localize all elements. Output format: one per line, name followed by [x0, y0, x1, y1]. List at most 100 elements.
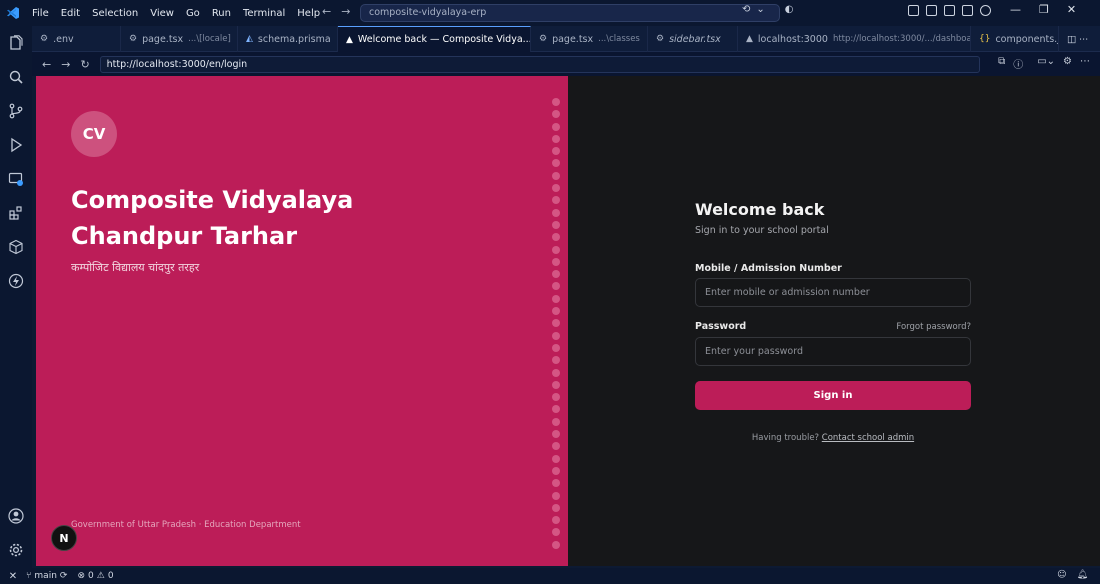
- problems-indicator[interactable]: ⊗ 0 ⚠ 0: [77, 571, 113, 581]
- more-actions-icon[interactable]: ⋯: [1080, 56, 1090, 71]
- command-center-search[interactable]: composite-vidyalaya-erp: [360, 4, 780, 22]
- password-label: Password: [695, 321, 747, 332]
- menu-edit[interactable]: Edit: [55, 8, 86, 19]
- minimize-icon[interactable]: —: [1010, 3, 1021, 16]
- git-branch-icon: ⑂: [26, 571, 32, 581]
- close-window-icon[interactable]: ✕: [1067, 3, 1076, 16]
- perforation-dot: [552, 159, 560, 168]
- package-icon[interactable]: [7, 238, 25, 256]
- customize-layout-icon[interactable]: [908, 5, 919, 16]
- accounts-shield-icon[interactable]: ◐: [785, 4, 794, 15]
- error-icon: ⊗: [77, 571, 85, 581]
- extensions-icon[interactable]: [7, 204, 25, 222]
- layout-controls: [908, 5, 991, 16]
- perforation-dot: [552, 220, 560, 229]
- tab-components[interactable]: {} components.js: [971, 26, 1059, 52]
- tab-localhost-dashboard[interactable]: ▲ localhost:3000 http://localhost:3000/...…: [738, 26, 971, 52]
- menu-file[interactable]: File: [26, 8, 55, 19]
- toggle-secondary-sidebar-icon[interactable]: [962, 5, 973, 16]
- browser-viewport: CV Composite Vidyalaya Chandpur Tarhar क…: [36, 76, 1100, 566]
- perforation-dot: [552, 466, 560, 475]
- device-icon[interactable]: ▭⌄: [1037, 56, 1055, 71]
- prisma-icon: ◭: [246, 34, 253, 44]
- gear-icon: ⚙: [656, 34, 665, 44]
- settings-gear-icon[interactable]: [7, 541, 25, 559]
- password-input[interactable]: [695, 337, 971, 366]
- remote-indicator-icon[interactable]: ✕: [0, 571, 26, 582]
- search-icon[interactable]: [7, 68, 25, 86]
- perforation-dot: [552, 147, 560, 156]
- menu-run[interactable]: Run: [206, 8, 237, 19]
- menu-help[interactable]: Help: [291, 8, 326, 19]
- browser-forward-icon[interactable]: →: [61, 58, 70, 71]
- perforation-dot: [552, 233, 560, 242]
- split-editor-icon[interactable]: ◫ ⋯: [1059, 26, 1100, 52]
- perforation-dot: [552, 503, 560, 512]
- contact-admin-link[interactable]: Contact school admin: [822, 433, 914, 443]
- perforation-dot: [552, 307, 560, 316]
- vscode-logo-icon[interactable]: [0, 0, 26, 26]
- tab-schema-prisma[interactable]: ◭ schema.prisma: [238, 26, 338, 52]
- perforation-dot: [552, 380, 560, 389]
- tab-sidebar[interactable]: ⚙ sidebar.tsx: [648, 26, 738, 52]
- perforation-dot: [552, 245, 560, 254]
- nextjs-dev-icon[interactable]: N: [51, 525, 77, 551]
- password-label-row: Password Forgot password?: [695, 321, 971, 332]
- warning-icon: ⚠: [96, 571, 105, 581]
- screenshot-icon[interactable]: ⧉: [998, 56, 1005, 71]
- perforation-dot: [552, 430, 560, 439]
- browser-icon: ▲: [746, 34, 753, 44]
- devtools-icon[interactable]: ⚙: [1063, 56, 1072, 71]
- forward-arrow-icon[interactable]: →: [341, 5, 350, 18]
- history-nav: ← →: [322, 5, 350, 18]
- perforation-dot: [552, 442, 560, 451]
- lightning-icon[interactable]: [7, 272, 25, 290]
- perforation-dot: [552, 393, 560, 402]
- perforation-dot: [552, 294, 560, 303]
- reload-icon[interactable]: ↻: [80, 58, 89, 71]
- branch-indicator[interactable]: ⑂ main ⟳: [26, 571, 67, 581]
- perforation-dot: [552, 479, 560, 488]
- globe-icon[interactable]: [980, 5, 991, 16]
- info-icon[interactable]: ⓘ: [1013, 56, 1023, 71]
- menu-selection[interactable]: Selection: [86, 8, 144, 19]
- run-debug-icon[interactable]: [7, 136, 25, 154]
- copilot-chat-icon[interactable]: ⟲: [742, 4, 750, 15]
- restore-icon[interactable]: ❐: [1039, 3, 1049, 16]
- perforation-dot: [552, 405, 560, 414]
- window-controls: — ❐ ✕: [1010, 3, 1076, 16]
- account-icon[interactable]: [7, 507, 25, 525]
- notifications-bell-icon[interactable]: 🔔︎: [1077, 570, 1088, 580]
- back-arrow-icon[interactable]: ←: [322, 5, 331, 18]
- toggle-panel-icon[interactable]: [944, 5, 955, 16]
- copilot-status-icon[interactable]: ☺: [1057, 570, 1066, 580]
- tab-welcome-back[interactable]: ▲Welcome back — Composite Vidya...✕: [338, 26, 531, 52]
- perforation-dot: [552, 331, 560, 340]
- tab-page-locale[interactable]: ⚙ page.tsx ...\[locale]: [121, 26, 238, 52]
- government-footer: Government of Uttar Pradesh · Education …: [71, 520, 301, 530]
- sign-in-button[interactable]: Sign in: [695, 381, 971, 410]
- toggle-sidebar-icon[interactable]: [926, 5, 937, 16]
- status-bar: ✕ ⑂ main ⟳ ⊗ 0 ⚠ 0 ☺ 🔔︎: [0, 568, 1100, 584]
- menu-go[interactable]: Go: [180, 8, 206, 19]
- perforation-dot: [552, 540, 560, 549]
- tab-page-classes[interactable]: ⚙ page.tsx ...\classes: [531, 26, 648, 52]
- browser-back-icon[interactable]: ←: [42, 58, 51, 71]
- menu-terminal[interactable]: Terminal: [237, 8, 291, 19]
- perforation-dot: [552, 368, 560, 377]
- source-control-icon[interactable]: [7, 102, 25, 120]
- explorer-icon[interactable]: [7, 34, 25, 52]
- gear-icon: ⚙: [129, 34, 138, 44]
- login-panel: Welcome back Sign in to your school port…: [568, 76, 1100, 566]
- perforation-dot: [552, 270, 560, 279]
- perforation-dot: [552, 417, 560, 426]
- activity-bar: [0, 26, 32, 568]
- forgot-password-link[interactable]: Forgot password?: [896, 322, 971, 332]
- perforation-dot: [552, 356, 560, 365]
- tab-env[interactable]: ⚙ .env: [32, 26, 121, 52]
- menu-view[interactable]: View: [144, 8, 180, 19]
- url-input[interactable]: http://localhost:3000/en/login: [99, 55, 980, 73]
- mobile-input[interactable]: [695, 278, 971, 307]
- remote-explorer-icon[interactable]: [7, 170, 25, 188]
- chevron-down-icon[interactable]: ⌄: [756, 4, 764, 15]
